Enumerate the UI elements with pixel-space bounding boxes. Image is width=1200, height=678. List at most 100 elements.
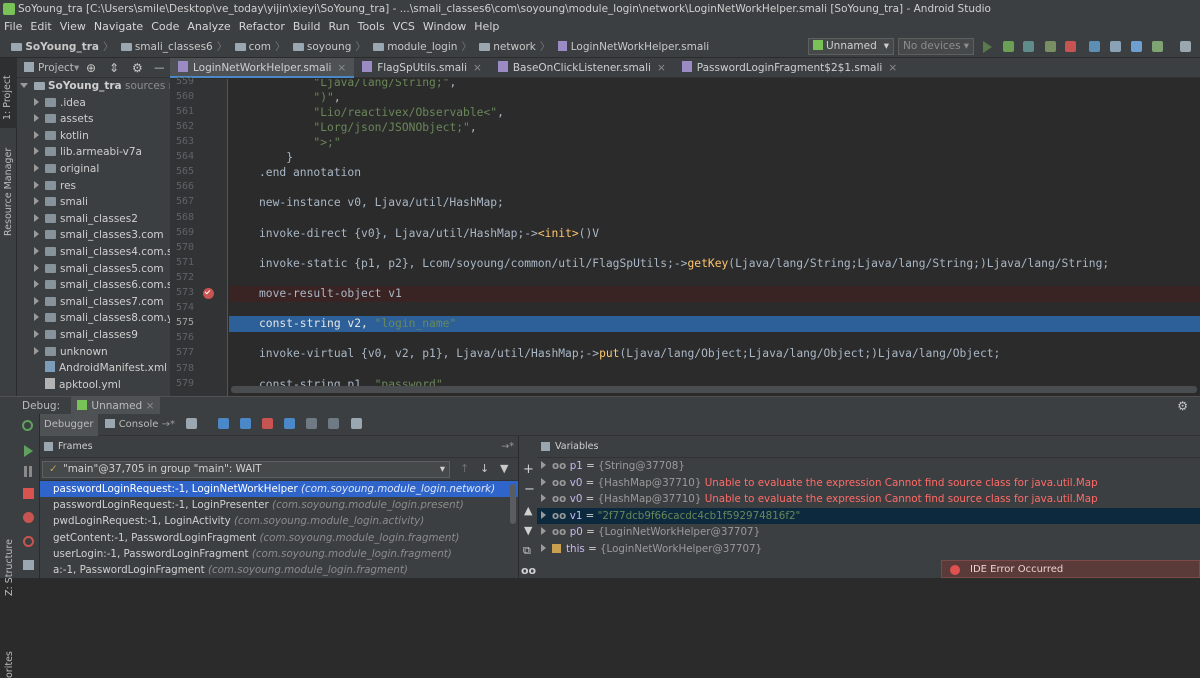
tree-item[interactable]: smali_classes5.com — [17, 261, 170, 278]
collapse-all-icon[interactable]: ⇕ — [109, 58, 119, 78]
expand-arrow-icon[interactable] — [541, 543, 546, 552]
breadcrumb-file[interactable]: LoginNetWorkHelper.smali — [556, 36, 711, 58]
expand-arrow-icon[interactable] — [34, 346, 39, 355]
menu-refactor[interactable]: Refactor — [235, 20, 289, 33]
camera-icon[interactable] — [23, 560, 34, 570]
tab-console[interactable]: Console →* — [101, 414, 179, 436]
project-view-selector[interactable]: Project — [38, 62, 74, 74]
code-line[interactable]: "Lorg/json/JSONObject;", — [259, 120, 1200, 135]
tree-root[interactable]: SoYoung_tra sources roo — [17, 78, 170, 95]
tab-passwordloginfragment[interactable]: PasswordLoginFragment$2$1.smali × — [674, 58, 905, 78]
frames-scrollbar[interactable] — [510, 484, 516, 524]
expand-arrow-icon[interactable] — [34, 329, 39, 338]
expand-arrow-icon[interactable] — [541, 477, 546, 486]
variable-row[interactable]: oo v0 = {HashMap@37710} Unable to evalua… — [537, 475, 1200, 492]
code-line[interactable]: invoke-static {p1, p2}, Lcom/soyoung/com… — [259, 256, 1200, 271]
expand-arrow-icon[interactable] — [34, 147, 39, 156]
tree-item[interactable]: unknown — [17, 344, 170, 361]
breadcrumb-project[interactable]: SoYoung_tra — [9, 36, 101, 58]
run-config-dropdown[interactable]: Unnamed ▾ — [808, 38, 894, 55]
tab-loginnetworkhelper[interactable]: LoginNetWorkHelper.smali × — [170, 58, 355, 78]
filter-icon[interactable]: ▼ — [500, 462, 508, 475]
stop-icon[interactable] — [23, 488, 34, 499]
mute-breakpoints-icon[interactable] — [23, 536, 34, 547]
code-line[interactable]: move-result-object v1 — [259, 286, 1200, 301]
code-line[interactable]: invoke-virtual {v0, v2, p1}, Ljava/util/… — [259, 346, 1200, 361]
breadcrumb-module-login[interactable]: module_login — [371, 36, 459, 58]
breadcrumb-network[interactable]: network — [477, 36, 538, 58]
tree-item[interactable]: smali_classes3.com — [17, 227, 170, 244]
evaluate-expression-icon[interactable] — [350, 418, 362, 429]
menu-window[interactable]: Window — [419, 20, 470, 33]
pause-icon[interactable] — [24, 466, 27, 477]
move-up-icon[interactable]: ▲ — [524, 504, 532, 517]
locate-icon[interactable]: ⊕ — [86, 58, 96, 78]
drop-frame-icon[interactable] — [306, 418, 318, 429]
tree-item[interactable]: smali_classes8.com.you — [17, 310, 170, 327]
tree-item[interactable]: lib.armeabi-v7a — [17, 144, 170, 161]
restore-layout-icon[interactable]: →* — [501, 436, 514, 458]
tree-item[interactable]: kotlin — [17, 128, 170, 145]
code-line[interactable]: .end annotation — [259, 165, 1200, 180]
avd-manager-icon[interactable] — [1110, 41, 1121, 52]
frame-row[interactable]: passwordLoginRequest:-1, LoginNetWorkHel… — [40, 481, 518, 498]
menu-view[interactable]: View — [56, 20, 90, 33]
tree-item[interactable]: assets — [17, 111, 170, 128]
expand-arrow-icon[interactable] — [34, 246, 39, 255]
tab-baseonclicklistener[interactable]: BaseOnClickListener.smali × — [490, 58, 674, 78]
step-over-icon[interactable] — [217, 418, 229, 429]
code-line[interactable]: } — [259, 150, 1200, 165]
menu-help[interactable]: Help — [470, 20, 503, 33]
arrow-down-icon[interactable]: ↓ — [480, 462, 489, 475]
gear-icon[interactable]: ⚙ — [1177, 397, 1188, 415]
tree-item[interactable]: smali_classes2 — [17, 211, 170, 228]
tree-item[interactable]: smali_classes6.com.soy — [17, 277, 170, 294]
code-line[interactable]: "Lio/reactivex/Observable<", — [259, 105, 1200, 120]
expand-arrow-icon[interactable] — [34, 263, 39, 272]
frame-row[interactable]: a:-1, PasswordLoginFragment (com.soyoung… — [40, 562, 518, 578]
search-everywhere-icon[interactable] — [1180, 41, 1191, 52]
expand-arrow-icon[interactable] — [34, 230, 39, 239]
tab-flagsputils[interactable]: FlagSpUtils.smali × — [354, 58, 490, 78]
expand-arrow-icon[interactable] — [541, 527, 546, 535]
expand-arrow-icon[interactable] — [541, 461, 546, 469]
expand-arrow-icon[interactable] — [541, 494, 546, 502]
gear-icon[interactable]: ⚙ — [132, 58, 143, 78]
expand-arrow-icon[interactable] — [34, 313, 39, 322]
variable-row[interactable]: oo v1 = "2f77dcb9f66cacdc4cb1f592974816f… — [537, 507, 1200, 524]
code-line[interactable]: ")", — [259, 90, 1200, 105]
resume-icon[interactable] — [24, 445, 33, 457]
menu-icon[interactable] — [186, 418, 198, 429]
menu-code[interactable]: Code — [147, 20, 183, 33]
expand-arrow-icon[interactable] — [34, 97, 39, 106]
breadcrumb-soyoung[interactable]: soyoung — [291, 36, 354, 58]
menu-vcs[interactable]: VCS — [389, 20, 419, 33]
watches-icon[interactable]: oo — [521, 564, 536, 577]
step-out-icon[interactable] — [284, 418, 296, 429]
hide-panel-icon[interactable]: — — [154, 58, 165, 78]
debug-session-tab[interactable]: Unnamed × — [71, 397, 161, 415]
menu-build[interactable]: Build — [289, 20, 325, 33]
menu-tools[interactable]: Tools — [354, 20, 389, 33]
expand-arrow-icon[interactable] — [34, 280, 39, 289]
expand-arrow-icon[interactable] — [34, 114, 39, 123]
chevron-down-icon[interactable]: ▾ — [74, 62, 79, 74]
tree-item[interactable]: smali_classes7.com — [17, 294, 170, 311]
thread-selector[interactable]: ✓ "main"@37,705 in group "main": WAIT ▾ — [42, 461, 450, 478]
frame-row[interactable]: userLogin:-1, PasswordLoginFragment (com… — [40, 546, 518, 562]
expand-arrow-icon[interactable] — [541, 510, 546, 519]
debug-icon[interactable] — [1003, 41, 1014, 52]
frame-row[interactable]: passwordLoginRequest:-1, LoginPresenter … — [40, 497, 518, 513]
copy-icon[interactable]: ⧉ — [523, 544, 531, 558]
device-dropdown[interactable]: No devices ▾ — [898, 38, 974, 55]
resource-manager-tool-button[interactable]: Resource Manager — [0, 140, 17, 240]
frame-row[interactable]: getContent:-1, PasswordLoginFragment (co… — [40, 530, 518, 546]
tree-item[interactable]: .idea — [17, 95, 170, 112]
variable-row[interactable]: oo p0 = {LoginNetWorkHelper@37707} — [537, 524, 1200, 541]
menu-file[interactable]: File — [0, 20, 26, 33]
code-editor[interactable]: "Ljava/lang/String;", ")", "Lio/reactive… — [229, 79, 1200, 396]
layout-inspector-icon[interactable] — [1152, 41, 1163, 52]
move-down-icon[interactable]: ▼ — [524, 524, 532, 537]
expand-arrow-icon[interactable] — [20, 83, 28, 88]
rerun-icon[interactable] — [22, 420, 33, 431]
